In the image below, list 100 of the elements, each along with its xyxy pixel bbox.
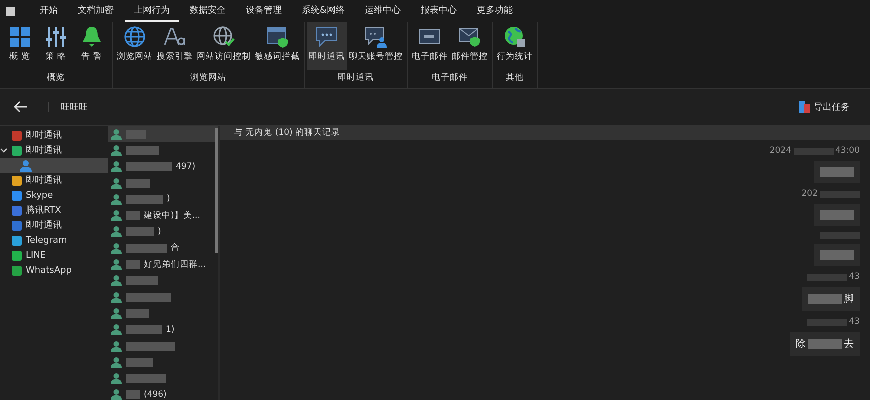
page-title: 旺旺旺	[61, 102, 88, 114]
back-arrow-icon[interactable]	[14, 101, 28, 113]
window-shield-icon	[266, 26, 288, 48]
redacted-name	[126, 308, 149, 318]
ribbon-button[interactable]: 策 略	[38, 22, 74, 70]
user-icon	[111, 242, 122, 254]
menu-tab[interactable]: 运维中心	[356, 0, 410, 22]
redacted-timestamp	[794, 148, 834, 154]
user-icon	[111, 178, 122, 189]
timestamp-text: 43:00	[836, 146, 860, 156]
ribbon-button[interactable]: 浏览网站	[115, 22, 155, 70]
tree-item[interactable]: 即时通讯	[0, 143, 108, 158]
contact-row[interactable]: )	[108, 191, 218, 208]
message-bubble	[814, 161, 860, 183]
redacted-timestamp	[807, 318, 848, 326]
tree-item[interactable]: 即时通讯	[0, 173, 108, 188]
message-bubble: 脚	[802, 287, 860, 311]
ribbon-button[interactable]: 电子邮件	[410, 22, 450, 70]
ribbon-button[interactable]: 敏感词拦截	[253, 22, 302, 70]
menu-tab[interactable]: 更多功能	[468, 0, 522, 22]
timestamp-text: 43	[849, 272, 860, 282]
redacted-name	[126, 130, 146, 139]
redacted-name	[126, 358, 153, 367]
ribbon-button[interactable]: 网站访问控制	[195, 22, 253, 70]
contact-row[interactable]: 建设中)】美...	[108, 207, 218, 224]
ribbon-button[interactable]: 告 警	[74, 22, 110, 70]
message-bubble: 除 去	[790, 332, 860, 356]
tiles-icon	[9, 26, 31, 48]
contact-row[interactable]: 合	[108, 240, 218, 256]
timestamp-text: 202	[802, 189, 818, 199]
redacted-name	[126, 162, 172, 172]
ribbon-button[interactable]: 行为统计	[495, 22, 535, 70]
export-button[interactable]: 导出任务	[793, 100, 856, 114]
user-icon	[111, 128, 122, 140]
user-icon	[111, 324, 122, 336]
contact-tree-item[interactable]	[0, 158, 108, 173]
user-icon	[111, 259, 122, 270]
ribbon-button[interactable]: 邮件管控	[450, 22, 490, 70]
tree-item[interactable]: LINE	[0, 248, 108, 263]
menu-tab[interactable]: 系统&网络	[293, 0, 354, 22]
redacted-timestamp	[820, 232, 860, 239]
font-icon	[164, 26, 186, 48]
group-title: 浏览网站	[190, 72, 226, 85]
user-icon	[111, 356, 122, 368]
group-title: 其他	[506, 72, 524, 85]
message-bubble	[814, 204, 860, 226]
sliders-icon	[45, 26, 67, 48]
group-title: 电子邮件	[432, 72, 468, 85]
scrollbar[interactable]	[215, 128, 218, 253]
ribbon-button[interactable]: 即时通讯	[307, 22, 347, 70]
contact-row[interactable]: 497)	[108, 158, 218, 175]
redacted-name	[126, 292, 171, 302]
redacted-name	[126, 276, 158, 286]
redacted-name	[126, 146, 159, 155]
chat-icon	[316, 26, 338, 48]
tree-item[interactable]: Skype	[0, 188, 108, 203]
redacted-name	[126, 374, 166, 384]
ribbon-button[interactable]: 概 览	[2, 22, 38, 70]
contact-row[interactable]: (496)	[108, 386, 218, 400]
tree-item[interactable]: 即时通讯	[0, 218, 108, 233]
menu-tab[interactable]: 报表中心	[412, 0, 466, 22]
contact-row[interactable]: )	[108, 224, 218, 240]
menu-tab[interactable]: 文档加密	[69, 0, 123, 22]
ribbon-button[interactable]: 搜索引擎	[155, 22, 195, 70]
redacted-name	[126, 227, 154, 236]
user-icon	[20, 160, 32, 172]
user-icon	[111, 144, 122, 156]
redacted-name	[126, 244, 167, 253]
ribbon-button[interactable]: 聊天账号管控	[347, 22, 405, 70]
contact-row[interactable]: 1)	[108, 322, 218, 338]
tree-item[interactable]: 腾讯RTX	[0, 203, 108, 218]
user-icon	[111, 275, 122, 286]
user-icon	[111, 389, 122, 400]
chat-header: 与 无内鬼 (10) 的聊天记录	[220, 126, 870, 140]
contact-row[interactable]	[108, 126, 218, 142]
chat-user-icon	[365, 26, 387, 48]
redacted-timestamp	[820, 190, 860, 198]
menu-tab[interactable]: 数据安全	[181, 0, 235, 22]
tree-item[interactable]: Telegram	[0, 233, 108, 248]
menu-tab[interactable]: 设备管理	[237, 0, 291, 22]
timestamp-text: 43	[849, 317, 860, 327]
globe-check-icon	[213, 26, 235, 48]
redacted-name	[126, 178, 150, 188]
group-title: 即时通讯	[338, 72, 374, 85]
group-title: 概览	[47, 72, 65, 85]
redacted-name	[126, 342, 175, 350]
export-icon	[799, 101, 810, 113]
menu-tab[interactable]: 开始	[31, 0, 67, 22]
redacted-name	[126, 390, 140, 400]
tree-item[interactable]: WhatsApp	[0, 263, 108, 278]
contact-row[interactable]: 好兄弟们四群...	[108, 256, 218, 273]
bell-icon	[81, 26, 103, 48]
message-bubble	[814, 244, 860, 266]
timestamp-text: 2024	[770, 146, 792, 156]
app-menu-icon[interactable]	[6, 6, 15, 16]
user-icon	[111, 194, 122, 205]
tree-item[interactable]: 即时通讯	[0, 128, 108, 143]
user-icon	[111, 210, 122, 222]
redacted-name	[126, 260, 140, 270]
chevron-down-icon[interactable]	[0, 148, 8, 154]
